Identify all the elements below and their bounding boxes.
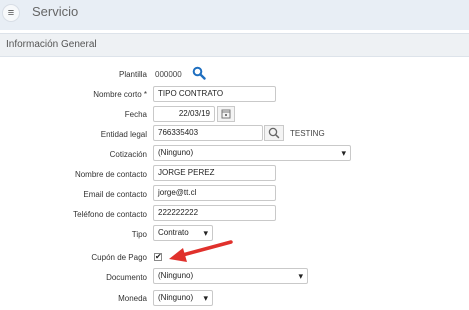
calendar-icon	[221, 109, 231, 119]
tipo-label: Tipo	[131, 230, 147, 239]
cotizacion-select[interactable]: (Ninguno)	[153, 145, 351, 161]
plantilla-label: Plantilla	[118, 70, 147, 79]
moneda-label: Moneda	[118, 294, 147, 303]
cotizacion-label: Cotización	[109, 150, 147, 159]
section-title: Información General	[6, 39, 97, 50]
telefono-contacto-input[interactable]: 222222222	[153, 205, 276, 221]
entidad-legal-input[interactable]: 766335403	[153, 125, 263, 141]
entidad-legal-label: Entidad legal	[100, 130, 147, 139]
section-header[interactable]: Información General	[0, 33, 469, 57]
nombre-contacto-label: Nombre de contacto	[74, 170, 147, 179]
search-icon	[268, 127, 280, 139]
top-bar: ≡ Servicio	[0, 0, 469, 30]
telefono-contacto-label: Teléfono de contacto	[73, 210, 147, 219]
email-contacto-label: Email de contacto	[83, 190, 147, 199]
entidad-legal-name: TESTING	[290, 129, 325, 138]
fecha-input[interactable]: 22/03/19	[153, 106, 215, 122]
plantilla-value: 000000	[155, 70, 182, 79]
search-icon[interactable]	[192, 66, 206, 80]
nombre-corto-label: Nombre corto *	[93, 90, 147, 99]
entidad-search-button[interactable]	[264, 125, 284, 141]
page-title: Servicio	[32, 4, 79, 19]
documento-select[interactable]: (Ninguno)	[153, 268, 308, 284]
calendar-button[interactable]	[217, 106, 235, 122]
red-arrow-icon	[169, 240, 233, 262]
hamburger-icon[interactable]: ≡	[2, 4, 20, 22]
moneda-select[interactable]: (Ninguno)	[153, 290, 213, 306]
nombre-corto-input[interactable]: TIPO CONTRATO	[153, 86, 276, 102]
cupon-pago-checkbox[interactable]: ✔	[154, 253, 162, 261]
nombre-contacto-input[interactable]: JORGE PEREZ	[153, 165, 276, 181]
email-contacto-input[interactable]: jorge@tt.cl	[153, 185, 276, 201]
fecha-label: Fecha	[124, 110, 147, 119]
documento-label: Documento	[106, 273, 147, 282]
cupon-pago-label: Cupón de Pago	[91, 253, 147, 262]
